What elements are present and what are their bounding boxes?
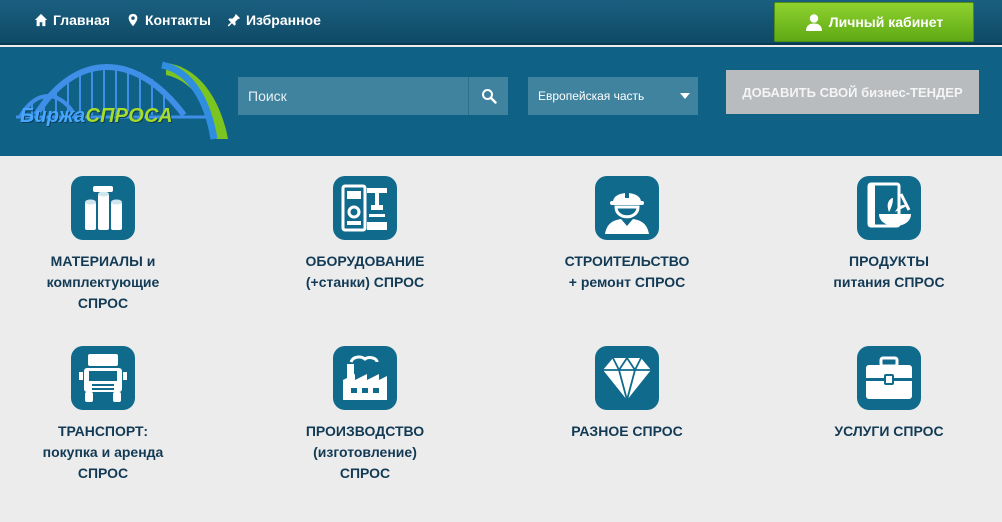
category-icon-tile [857,176,921,240]
nav-home-label: Главная [53,12,110,28]
category-label-line: ПРОИЗВОДСТВО [305,423,425,439]
region-selected-value: Европейская часть [538,89,645,103]
category-label: ПРОДУКТЫ питания СПРОС [789,251,989,293]
truck-icon [79,354,127,402]
category-equipment[interactable]: ОБОРУДОВАНИЕ (+станки) СПРОС [265,176,465,293]
category-label: ПРОИЗВОДСТВО (изготовление) СПРОС [265,421,465,484]
category-services[interactable]: УСЛУГИ СПРОС [789,346,989,442]
category-label-line: СПРОС [339,465,391,481]
category-icon-tile [857,346,921,410]
category-misc[interactable]: РАЗНОЕ СПРОС [527,346,727,442]
region-select[interactable]: Европейская часть [528,77,698,115]
category-icon-tile [333,346,397,410]
personal-cabinet-button[interactable]: Личный кабинет [774,2,974,42]
category-label-line: + ремонт СПРОС [568,274,686,290]
logo-text-part1: Биржа [20,105,86,127]
category-label-line: СПРОС [77,465,129,481]
category-label-line: питания СПРОС [833,274,945,290]
category-label-line: ПРОДУКТЫ [849,253,929,269]
add-tender-label: ДОБАВИТЬ СВОЙ бизнес-ТЕНДЕР [742,84,963,100]
category-label-line: МАТЕРИАЛЫ и [50,253,156,269]
search-input[interactable] [238,77,468,115]
factory-icon [343,355,387,400]
materials-icon [85,186,122,230]
logo-text-part2: СПРОСА [85,105,173,127]
top-bar: Главная Контакты Избранное Личный кабине… [0,0,1002,45]
category-label-line: СПРОС [77,295,129,311]
home-icon [34,13,48,27]
category-label: УСЛУГИ СПРОС [789,421,989,442]
category-icon-tile [595,176,659,240]
search-button[interactable] [468,77,508,115]
add-tender-button[interactable]: ДОБАВИТЬ СВОЙ бизнес-ТЕНДЕР [726,70,979,114]
category-label-line: (изготовление) [313,444,417,460]
top-nav: Главная Контакты Избранное [34,12,321,28]
category-production[interactable]: ПРОИЗВОДСТВО (изготовление) СПРОС [265,346,465,484]
worker-icon [605,188,649,234]
category-icon-tile [71,346,135,410]
nav-favorites-link[interactable]: Избранное [227,12,321,28]
bridge-logo-icon [16,61,228,140]
map-pin-icon [128,13,138,27]
category-label: СТРОИТЕЛЬСТВО + ремонт СПРОС [527,251,727,293]
user-icon [805,14,822,31]
search-icon [481,89,497,104]
category-label-line: (+станки) СПРОС [305,274,425,290]
diamond-icon [603,356,651,404]
nav-contacts-label: Контакты [144,12,211,28]
personal-cabinet-label: Личный кабинет [828,14,944,30]
category-label-line: покупка и аренда [42,444,164,460]
food-icon [867,182,911,228]
category-transport[interactable]: ТРАНСПОРТ: покупка и аренда СПРОС [3,346,203,484]
category-label: РАЗНОЕ СПРОС [527,421,727,442]
equipment-icon [341,184,387,232]
category-label: МАТЕРИАЛЫ и комплектующие СПРОС [3,251,203,314]
category-icon-tile [595,346,659,410]
briefcase-icon [866,356,912,399]
category-label-line: ОБОРУДОВАНИЕ [305,253,425,269]
category-label-line: ТРАНСПОРТ: [57,423,149,439]
search-box [238,77,508,115]
category-label-line: РАЗНОЕ СПРОС [571,423,683,439]
nav-home-link[interactable]: Главная [34,12,110,28]
chevron-down-icon [680,93,690,99]
header: БиржаСПРОСА Европейская часть ДОБАВИТЬ С… [0,47,1002,156]
category-label-line: комплектующие [46,274,160,290]
pin-icon [227,13,241,27]
category-label: ОБОРУДОВАНИЕ (+станки) СПРОС [265,251,465,293]
nav-contacts-link[interactable]: Контакты [126,12,211,28]
category-label-line: СТРОИТЕЛЬСТВО [564,253,690,269]
logo-text: БиржаСПРОСА [20,105,173,128]
category-food[interactable]: ПРОДУКТЫ питания СПРОС [789,176,989,293]
category-label-line: УСЛУГИ СПРОС [834,423,944,439]
category-icon-tile [71,176,135,240]
category-icon-tile [333,176,397,240]
logo[interactable]: БиржаСПРОСА [16,59,232,145]
category-construction[interactable]: СТРОИТЕЛЬСТВО + ремонт СПРОС [527,176,727,293]
nav-favorites-label: Избранное [245,12,321,28]
category-label: ТРАНСПОРТ: покупка и аренда СПРОС [3,421,203,484]
category-materials[interactable]: МАТЕРИАЛЫ и комплектующие СПРОС [3,176,203,314]
